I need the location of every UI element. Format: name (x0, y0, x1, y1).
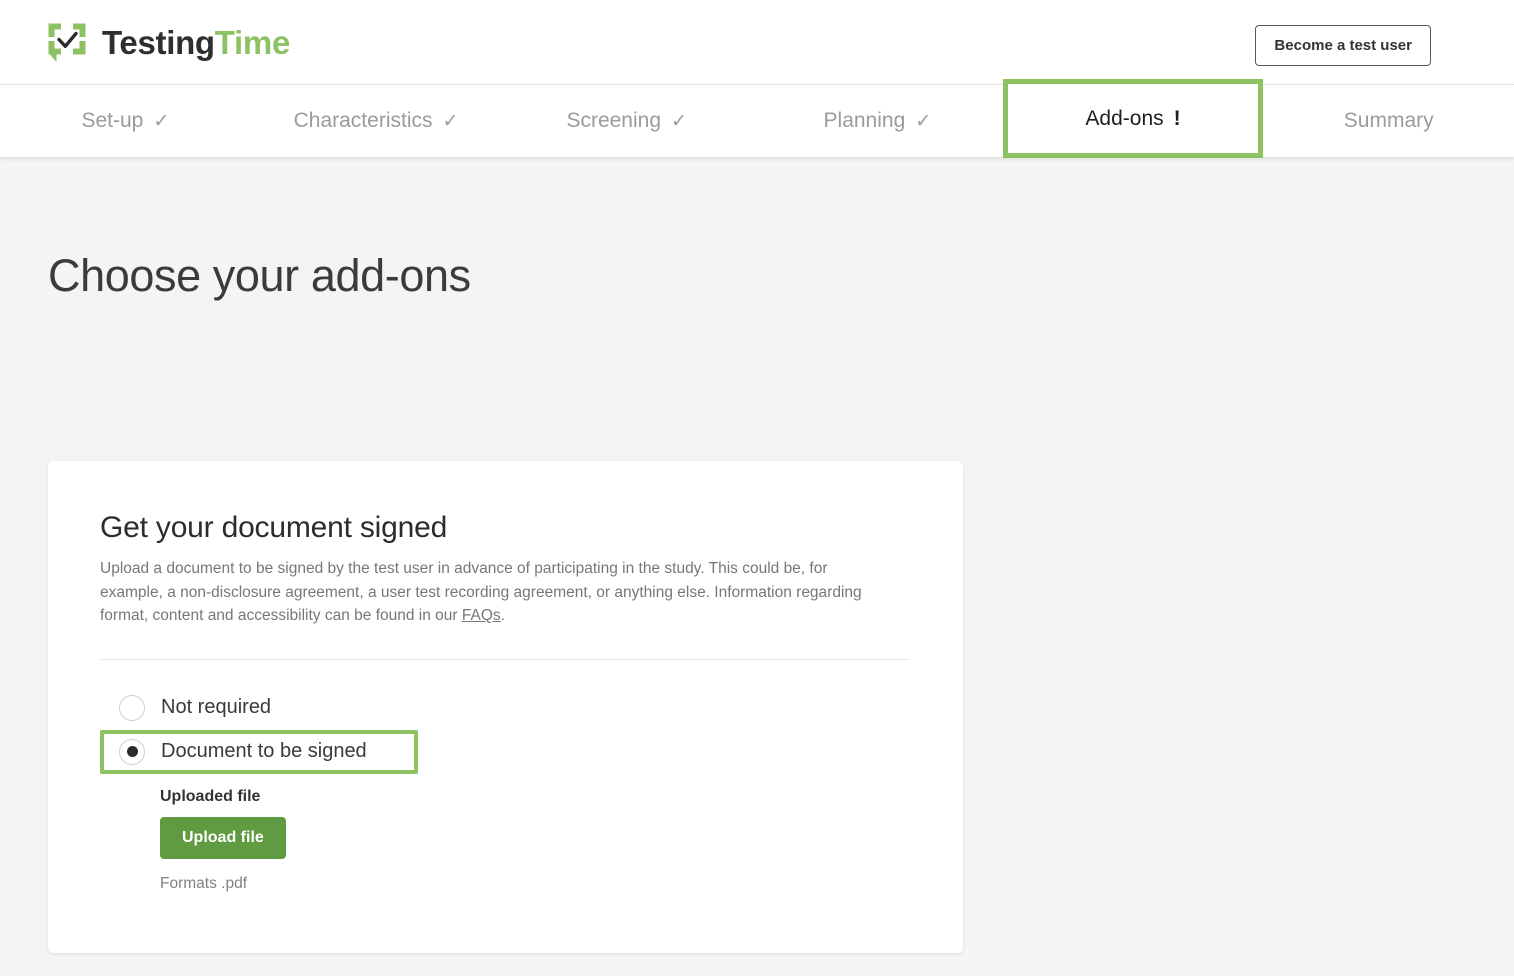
check-icon: ✓ (442, 110, 459, 132)
site-header: TestingTime Become a test user (0, 0, 1514, 85)
tab-label: Screening (566, 109, 661, 132)
uploaded-file-heading: Uploaded file (160, 787, 261, 805)
tab-summary[interactable]: Summary (1263, 85, 1514, 157)
tab-add-ons[interactable]: Add-ons ! (1002, 79, 1264, 158)
card-divider (100, 658, 910, 660)
upload-section: Uploaded file Upload file Formats .pdf (100, 788, 911, 893)
radio-circle-icon[interactable] (119, 694, 145, 721)
add-on-card-document-signing: Get your document signed Upload a docume… (48, 461, 963, 953)
radio-option-not-required[interactable]: Not required (100, 686, 418, 730)
tab-label: Set-up (81, 109, 144, 132)
radio-circle-selected-icon[interactable] (119, 738, 145, 765)
faqs-link[interactable]: FAQs (462, 607, 501, 624)
check-icon: ✓ (915, 110, 932, 132)
wizard-step-nav: Set-up ✓ Characteristics ✓ Screening ✓ P… (0, 79, 1514, 158)
radio-option-label: Not required (161, 696, 272, 719)
page-title: Choose your add-ons (48, 250, 471, 301)
check-icon: ✓ (153, 110, 170, 132)
tab-set-up[interactable]: Set-up ✓ (0, 85, 251, 157)
alert-icon: ! (1173, 107, 1181, 130)
card-title: Get your document signed (100, 511, 448, 544)
accepted-formats-text: Formats .pdf (160, 874, 247, 892)
tab-planning[interactable]: Planning ✓ (752, 85, 1003, 157)
become-test-user-button[interactable]: Become a test user (1255, 25, 1431, 66)
tab-label: Summary (1343, 109, 1434, 132)
tab-label: Add-ons (1085, 106, 1164, 130)
upload-file-button[interactable]: Upload file (160, 816, 286, 859)
tab-label: Characteristics (293, 109, 433, 132)
brand-name-part1: Testing (102, 23, 215, 61)
description-text-part2: . (500, 607, 505, 625)
tab-characteristics[interactable]: Characteristics ✓ (250, 85, 502, 157)
tab-label: Planning (823, 109, 906, 132)
check-icon: ✓ (671, 110, 687, 132)
signing-option-radio-group: Not required Document to be signed (100, 686, 911, 774)
radio-option-label: Document to be signed (161, 740, 367, 763)
card-description: Upload a document to be signed by the te… (100, 557, 890, 628)
brand-logo[interactable]: TestingTime (44, 19, 290, 65)
tab-screening[interactable]: Screening ✓ (501, 85, 753, 157)
main-content: Choose your add-ons Get your document si… (0, 253, 1514, 976)
brand-name: TestingTime (102, 26, 290, 59)
speech-bubble-check-icon (44, 19, 90, 65)
radio-option-document-to-be-signed[interactable]: Document to be signed (100, 729, 418, 774)
brand-name-part2: Time (214, 23, 291, 61)
